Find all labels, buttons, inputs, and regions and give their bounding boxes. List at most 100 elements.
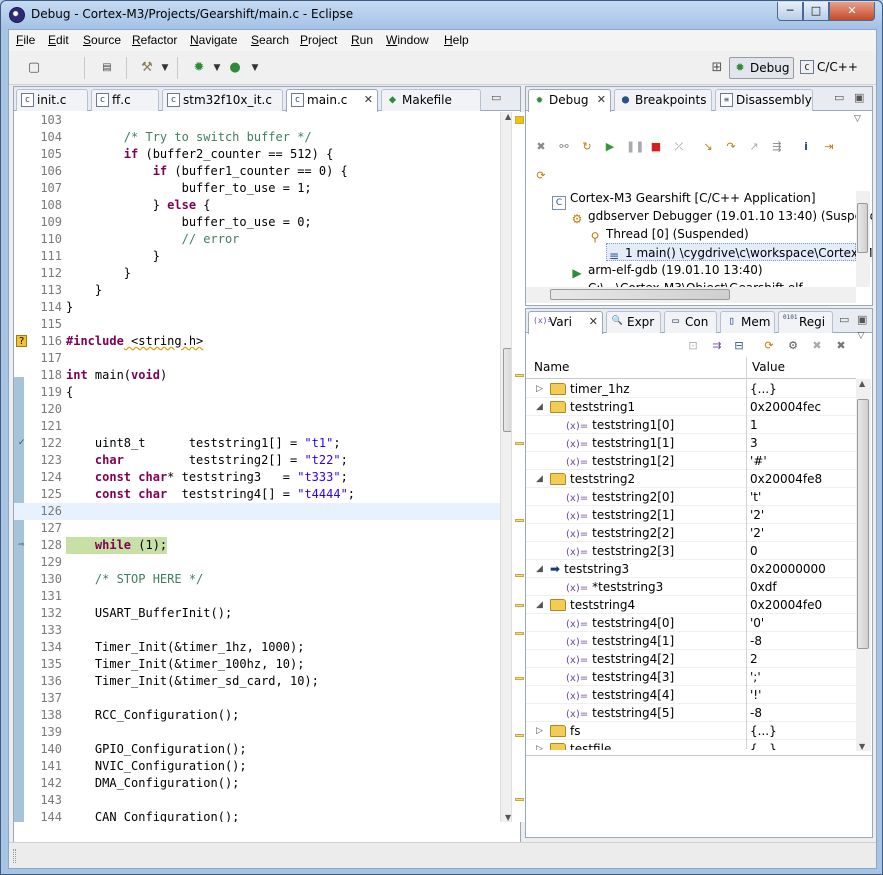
code-line[interactable]: 131 [14, 588, 500, 605]
code-line[interactable]: 120 [14, 401, 500, 418]
code-line[interactable]: 111 } [14, 248, 500, 265]
new-file-icon[interactable]: ▢ [26, 60, 42, 76]
tab-variables[interactable]: (x)= Vari ✕ [528, 311, 603, 334]
close-icon[interactable]: ✕ [597, 90, 606, 110]
menu-search[interactable]: Search [251, 33, 289, 47]
code-line[interactable]: 103 [14, 112, 500, 129]
code-line[interactable]: 137 [14, 690, 500, 707]
variable-row[interactable]: (x)= teststring2[2] '2' [526, 524, 856, 542]
variable-row[interactable]: (x)= teststring4[1] -8 [526, 632, 856, 650]
code-line[interactable]: 127 [14, 520, 500, 537]
code-editor[interactable]: 103 104 /* Try to switch buffer */105 if … [14, 112, 500, 822]
menu-project[interactable]: Project [300, 33, 337, 47]
column-divider[interactable] [746, 357, 747, 749]
code-line[interactable]: 124 const char* teststring3 = "t333"; [14, 469, 500, 486]
code-line[interactable]: 112 } [14, 265, 500, 282]
annotation-marker[interactable] [515, 574, 524, 577]
debug-tree-item[interactable]: C Cortex-M3 Gearshift [C/C++ Application] [552, 189, 816, 210]
refresh-icon[interactable]: ⟳ [762, 339, 776, 353]
binary-file-icon[interactable]: ▤ [99, 60, 115, 76]
minimize-view-icon[interactable]: ▭ [839, 313, 849, 326]
tab-expressions[interactable]: 🔍 Expr [606, 311, 661, 333]
tab-breakpoints[interactable]: ● Breakpoints [614, 89, 712, 111]
debug-tree-item[interactable]: ▶ arm-elf-gdb (19.01.10 13:40) [570, 261, 762, 279]
maximize-view-icon[interactable]: ▣ [857, 313, 867, 326]
variable-row[interactable]: (x)= teststring4[0] '0' [526, 614, 856, 632]
instruction-pointer-icon[interactable]: ⇨ [16, 539, 27, 551]
menu-help[interactable]: Help [444, 33, 469, 47]
tab-disassembly[interactable]: ≡ Disassembly [715, 89, 813, 111]
expand-icon[interactable]: ▷ [536, 722, 546, 740]
code-line[interactable]: 139 [14, 724, 500, 741]
show-logical-structure-icon[interactable]: ⇉ [710, 339, 724, 353]
scroll-down-icon[interactable]: ▼ [859, 742, 865, 751]
use-step-filters-icon[interactable]: ⇥ [822, 140, 836, 154]
annotation-marker[interactable] [515, 519, 524, 522]
code-line[interactable]: 136 Timer_Init(&timer_sd_card, 10); [14, 673, 500, 690]
tab-registers[interactable]: 0101 Regi [778, 311, 833, 333]
open-perspective-icon[interactable]: ⊞ [709, 60, 725, 76]
annotation-marker[interactable] [515, 442, 524, 445]
restart-icon[interactable]: ↻ [580, 140, 594, 154]
remove-all-globals-icon[interactable]: ✖ [834, 339, 848, 353]
view-menu-icon[interactable]: ▽ [854, 329, 868, 343]
code-line[interactable]: 123 char teststring2[] = "t22"; [14, 452, 500, 469]
step-into-icon[interactable]: ↘ [701, 140, 715, 154]
variable-row[interactable]: (x)= teststring4[3] ';' [526, 668, 856, 686]
tab-stm32f10x-it-c[interactable]: c stm32f10x_it.c [162, 89, 283, 111]
code-line[interactable]: 133 [14, 622, 500, 639]
tab-memory[interactable]: ▯ Mem [720, 311, 775, 333]
collapse-all-icon[interactable]: ⊟ [732, 339, 746, 353]
annotation-marker[interactable] [515, 734, 524, 737]
code-line[interactable]: 134 Timer_Init(&timer_1hz, 1000); [14, 639, 500, 656]
code-line[interactable]: 141 NVIC_Configuration(); [14, 758, 500, 775]
debug-tree-item[interactable]: ⚲ Thread [0] (Suspended) [588, 225, 749, 243]
variable-row[interactable]: (x)= teststring4[4] '!' [526, 686, 856, 704]
perspective-debug[interactable]: ✹ Debug [729, 57, 795, 79]
connect-icon[interactable]: ⚯ [557, 140, 571, 154]
variable-row[interactable]: ▷ fs {...} [526, 722, 856, 740]
variable-row[interactable]: (x)= teststring2[3] 0 [526, 542, 856, 560]
code-line[interactable]: 129 [14, 554, 500, 571]
collapse-icon[interactable]: ◢ [536, 398, 546, 416]
code-line[interactable]: 108 } else { [14, 197, 500, 214]
minimize-view-icon[interactable]: ▭ [491, 91, 501, 104]
menu-file[interactable]: File [16, 33, 35, 47]
variable-row[interactable]: ◢ teststring2 0x20004fe8 [526, 470, 856, 488]
annotation-marker[interactable] [515, 374, 524, 377]
code-line[interactable]: 110 // error [14, 231, 500, 248]
tab-console[interactable]: ▭ Con [664, 311, 717, 333]
show-type-names-icon[interactable]: ⊡ [686, 339, 700, 353]
breakpoint-check-icon[interactable]: ✓ [16, 437, 27, 449]
refresh-icon[interactable]: ⟳ [534, 169, 548, 183]
code-line[interactable]: 138 RCC_Configuration(); [14, 707, 500, 724]
code-line[interactable]: 104 /* Try to switch buffer */ [14, 129, 500, 146]
code-line[interactable]: 119 { [14, 384, 500, 401]
code-line[interactable]: 126 [14, 503, 500, 520]
minimize-view-icon[interactable]: ▭ [834, 91, 844, 104]
code-line[interactable]: 125 const char teststring4[] = "t4444"; [14, 486, 500, 503]
close-icon[interactable]: ✕ [364, 90, 373, 110]
annotation-marker[interactable] [515, 798, 524, 801]
variable-row[interactable]: (x)= teststring1[2] '#' [526, 452, 856, 470]
tab-main-c[interactable]: c main.c ✕ [286, 89, 378, 112]
code-line[interactable]: 142 DMA_Configuration(); [14, 775, 500, 792]
disconnect-icon[interactable]: ⤫ [672, 140, 686, 154]
minimize-button[interactable]: ─ [777, 2, 803, 21]
close-icon[interactable]: ✕ [589, 312, 598, 332]
variable-row[interactable]: (x)= teststring1[1] 3 [526, 434, 856, 452]
remove-global-icon[interactable]: ✖ [810, 339, 824, 353]
menu-source[interactable]: Source [83, 33, 121, 47]
code-line[interactable]: 115 [14, 316, 500, 333]
variable-detail-pane[interactable] [526, 755, 872, 837]
menu-run[interactable]: Run [351, 33, 373, 47]
code-line[interactable]: 128 ⇨ while (1); [14, 537, 500, 554]
variable-row[interactable]: (x)= teststring2[0] 't' [526, 488, 856, 506]
warning-icon[interactable]: ? [16, 335, 27, 347]
debug-tree-item[interactable]: ≡ 1 main() \cygdrive\c\workspace\Cortex-M… [606, 243, 872, 262]
step-over-icon[interactable]: ↷ [724, 140, 738, 154]
expand-icon[interactable]: ▷ [536, 380, 546, 398]
drop-to-frame-icon[interactable]: ⇶ [770, 140, 784, 154]
tab-ff-c[interactable]: c ff.c [91, 89, 159, 111]
column-value[interactable]: Value [752, 360, 785, 374]
